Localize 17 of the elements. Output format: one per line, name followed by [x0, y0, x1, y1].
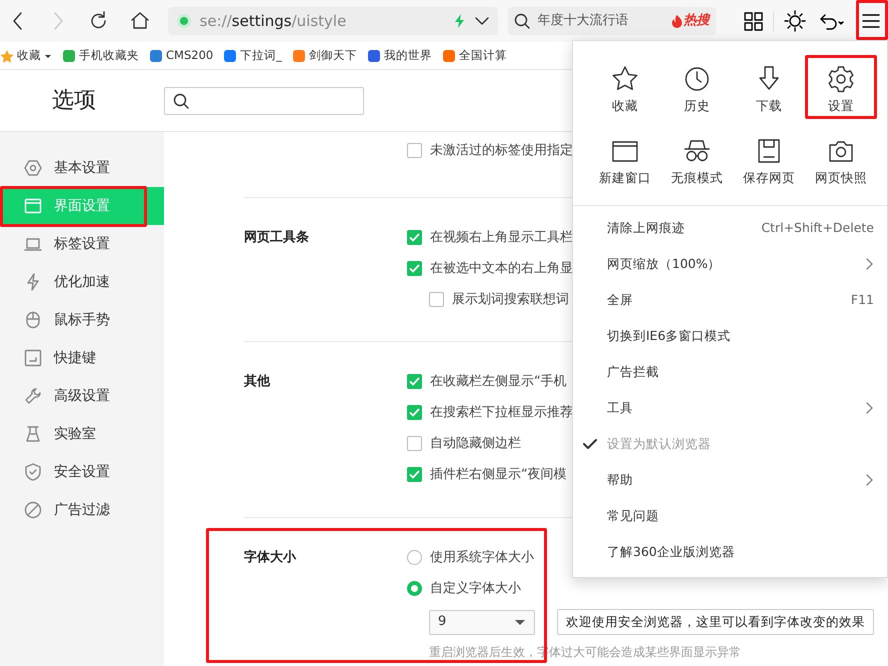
shortcut-text: Ctrl+Shift+Delete: [761, 218, 874, 237]
section-title: 字体大小: [244, 548, 298, 567]
option-label: 在被选中文本的右上角显: [430, 260, 573, 278]
section-title: 其他: [244, 373, 272, 391]
option-label: 自定义字体大小: [430, 580, 521, 598]
section-title: 网页工具条: [244, 229, 310, 247]
option-label: 在视频右上角显示工具栏: [430, 228, 573, 247]
option-label: 插件栏右侧显示“夜间模: [430, 466, 567, 484]
page-title: 选项: [51, 87, 97, 115]
option-label: 使用系统字体大小: [430, 548, 534, 567]
url-text: se://settings/uistyle: [200, 10, 348, 32]
option-label: 在搜索栏下拉框显示推荐: [430, 404, 573, 422]
option-label: 在收藏栏左侧显示“手机: [430, 372, 567, 391]
option-label: 展示划词搜索联想词: [452, 290, 569, 309]
option-label: 未激活过的标签使用指定: [430, 142, 573, 160]
option-label: 自动隐藏侧边栏: [430, 434, 521, 453]
shortcut-text: F11: [850, 290, 874, 309]
